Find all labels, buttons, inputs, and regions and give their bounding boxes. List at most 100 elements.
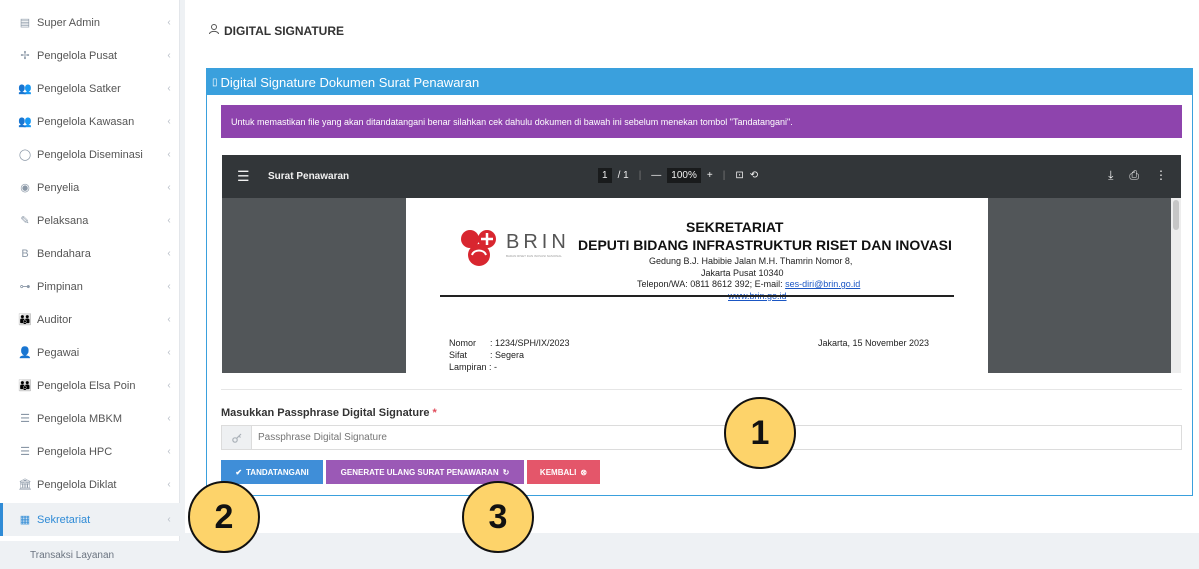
sidebar-item-pimpinan[interactable]: ⊶ Pimpinan ‹ xyxy=(0,270,180,303)
back-circle-icon: ⊗ xyxy=(580,467,588,477)
currency-icon: B xyxy=(21,247,29,260)
pdf-scrollbar-thumb[interactable] xyxy=(1173,200,1179,230)
sidebar-item-pengelola-hpc[interactable]: ☰ Pengelola HPC ‹ xyxy=(0,435,180,468)
sitemap-icon: ⊶ xyxy=(19,281,31,293)
circle-icon: ◯ xyxy=(18,149,32,161)
nomor-value: : 1234/SPH/IX/2023 xyxy=(490,338,570,348)
sidebar-item-super-admin[interactable]: ▤ Super Admin ‹ xyxy=(0,6,180,39)
letterhead-address: Gedung B.J. Habibie Jalan M.H. Thamrin N… xyxy=(649,256,853,266)
wrench-icon: ✎ xyxy=(20,215,30,227)
chevron-left-icon: ‹ xyxy=(167,479,171,490)
refresh-icon: ↻ xyxy=(502,467,510,477)
key-icon xyxy=(222,426,252,449)
callout-3: 3 xyxy=(462,481,534,553)
back-button[interactable]: KEMBALI ⊗ xyxy=(527,460,600,484)
sifat-label: Sifat xyxy=(449,350,468,360)
rotate-icon[interactable]: ⟲ xyxy=(750,170,758,181)
letterhead-subtitle: DEPUTI BIDANG INFRASTRUKTUR RISET DAN IN… xyxy=(578,237,952,253)
sidebar-item-pengelola-diklat[interactable]: 🏛 Pengelola Diklat ‹ xyxy=(0,468,180,501)
pdf-viewer[interactable]: ☰ Surat Penawaran 1 / 1 | — 100% + | ⊡ ⟲… xyxy=(222,155,1181,373)
menu-icon[interactable]: ☰ xyxy=(237,168,250,185)
sidebar-item-label: Pegawai xyxy=(37,346,80,359)
letterhead-title: SEKRETARIAT xyxy=(686,219,784,235)
pdf-toolbar: ☰ Surat Penawaran 1 / 1 | — 100% + | ⊡ ⟲… xyxy=(222,155,1181,198)
sidebar-item-pengelola-mbkm[interactable]: ☰ Pengelola MBKM ‹ xyxy=(0,402,180,435)
letterhead-city: Jakarta Pusat 10340 xyxy=(701,268,784,278)
sidebar-item-bendahara[interactable]: B Bendahara ‹ xyxy=(0,237,180,270)
callout-1: 1 xyxy=(724,397,796,469)
sidebar-item-label: Pengelola Diseminasi xyxy=(37,148,143,161)
fit-page-icon[interactable]: ⊡ xyxy=(735,170,743,181)
chevron-left-icon: ‹ xyxy=(167,17,171,28)
contact-text: Telepon/WA: 0811 8612 392; E-mail: xyxy=(637,279,783,289)
pdf-actions: ⤓ ⎙ ⋮ xyxy=(1108,168,1167,183)
chevron-left-icon: ‹ xyxy=(167,248,171,259)
sidebar-subitem-transaksi-layanan[interactable]: Transaksi Layanan xyxy=(0,541,180,569)
sidebar-item-label: Auditor xyxy=(37,313,72,326)
chevron-left-icon: ‹ xyxy=(167,215,171,226)
bank-icon: 🏛 xyxy=(18,479,32,491)
page-title: DIGITAL SIGNATURE xyxy=(208,23,344,38)
building-icon: ▦ xyxy=(19,514,31,526)
zoom-out-button[interactable]: — xyxy=(651,170,661,181)
more-options-icon[interactable]: ⋮ xyxy=(1155,168,1167,183)
chevron-left-icon: ‹ xyxy=(167,281,171,292)
sidebar-item-label: Pengelola Diklat xyxy=(37,478,117,491)
sidebar-item-pengelola-satker[interactable]: 👥 Pengelola Satker ‹ xyxy=(0,72,180,105)
panel-header: ▯ Digital Signature Dokumen Surat Penawa… xyxy=(207,69,1192,95)
zoom-in-button[interactable]: + xyxy=(707,170,713,181)
sign-button[interactable]: ✔ TANDATANGANI xyxy=(221,460,323,484)
users-icon: 👥 xyxy=(18,83,32,95)
sidebar-item-pengelola-pusat[interactable]: ✢ Pengelola Pusat ‹ xyxy=(0,39,180,72)
sidebar-item-label: Sekretariat xyxy=(37,513,91,526)
info-alert: Untuk memastikan file yang akan ditandat… xyxy=(221,105,1182,138)
download-icon[interactable]: ⤓ xyxy=(1108,168,1113,183)
sidebar-item-label: Pimpinan xyxy=(37,280,83,293)
list-icon: ☰ xyxy=(20,413,30,425)
chevron-left-icon: ‹ xyxy=(167,50,171,61)
logo-subtext: BADAN RISET DAN INOVASI NASIONAL xyxy=(506,254,562,258)
email-link[interactable]: ses-diri@brin.go.id xyxy=(785,279,860,289)
admin-icon: ▤ xyxy=(19,17,31,29)
page-title-text: DIGITAL SIGNATURE xyxy=(224,23,344,38)
sidebar-item-label: Pengelola MBKM xyxy=(37,412,122,425)
chevron-left-icon: ‹ xyxy=(167,514,171,525)
check-icon: ✔ xyxy=(235,467,243,477)
sidebar: ▤ Super Admin ‹ ✢ Pengelola Pusat ‹ 👥 Pe… xyxy=(0,0,180,569)
print-icon[interactable]: ⎙ xyxy=(1129,168,1139,183)
required-mark: * xyxy=(432,407,437,419)
group-icon: 👪 xyxy=(18,314,32,326)
sidebar-item-pegawai[interactable]: 👤 Pegawai ‹ xyxy=(0,336,180,369)
passphrase-input[interactable] xyxy=(252,426,1181,449)
chevron-left-icon: ‹ xyxy=(167,446,171,457)
sidebar-item-pengelola-diseminasi[interactable]: ◯ Pengelola Diseminasi ‹ xyxy=(0,138,180,171)
callout-2: 2 xyxy=(188,481,260,553)
pdf-page: BRIN BADAN RISET DAN INOVASI NASIONAL SE… xyxy=(406,198,988,373)
digital-signature-panel: ▯ Digital Signature Dokumen Surat Penawa… xyxy=(206,68,1193,496)
sidebar-item-label: Bendahara xyxy=(37,247,91,260)
sign-button-label: TANDATANGANI xyxy=(246,467,309,477)
passphrase-label: Masukkan Passphrase Digital Signature * xyxy=(221,407,437,419)
chevron-left-icon: ‹ xyxy=(167,149,171,160)
sidebar-item-penyelia[interactable]: ◉ Penyelia ‹ xyxy=(0,171,180,204)
sidebar-item-auditor[interactable]: 👪 Auditor ‹ xyxy=(0,303,180,336)
sidebar-item-pengelola-kawasan[interactable]: 👥 Pengelola Kawasan ‹ xyxy=(0,105,180,138)
letter-date: Jakarta, 15 November 2023 xyxy=(818,338,930,348)
zoom-level[interactable]: 100% xyxy=(667,168,701,183)
page-number-input[interactable]: 1 xyxy=(598,168,612,183)
toolbar-divider: | xyxy=(722,170,726,181)
chevron-left-icon: ‹ xyxy=(167,314,171,325)
lampiran-label: Lampiran : - xyxy=(449,362,498,372)
back-button-label: KEMBALI xyxy=(539,467,577,477)
sidebar-item-label: Pengelola HPC xyxy=(37,445,113,458)
sidebar-item-pengelola-elsa-poin[interactable]: 👪 Pengelola Elsa Poin ‹ xyxy=(0,369,180,402)
chevron-left-icon: ‹ xyxy=(167,83,171,94)
passphrase-label-text: Masukkan Passphrase Digital Signature xyxy=(221,407,430,419)
list-icon: ☰ xyxy=(20,446,30,458)
sidebar-item-pelaksana[interactable]: ✎ Pelaksana ‹ xyxy=(0,204,180,237)
document-icon: ▯ xyxy=(212,76,218,88)
sidebar-item-sekretariat[interactable]: ▦ Sekretariat ‹ xyxy=(0,503,180,536)
sidebar-item-label: Penyelia xyxy=(37,181,80,194)
pdf-page-controls: 1 / 1 | — 100% + | ⊡ ⟲ xyxy=(598,168,758,183)
sidebar-item-label: Pelaksana xyxy=(37,214,89,227)
